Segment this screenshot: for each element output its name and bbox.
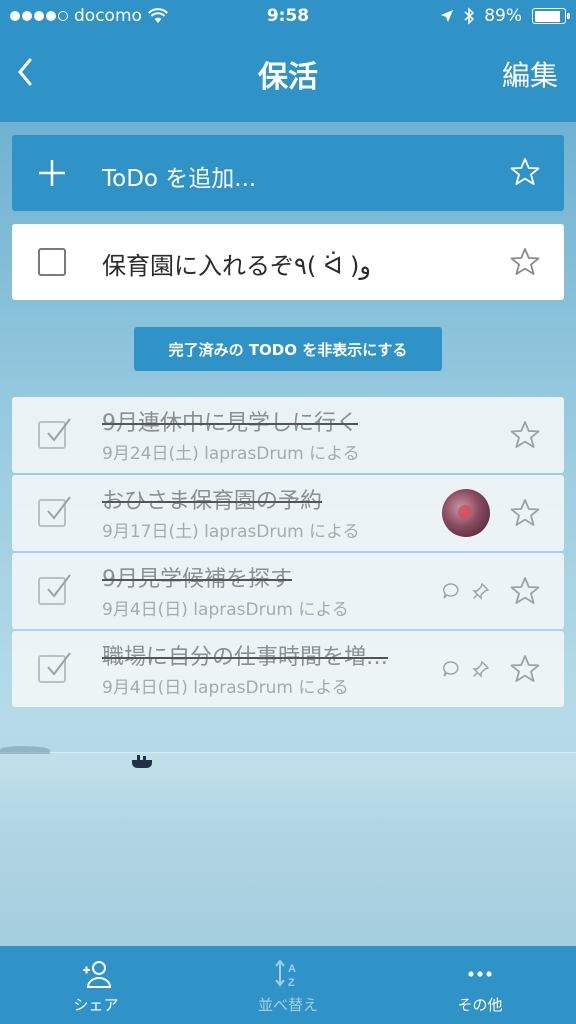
comment-icon: [443, 661, 459, 677]
status-bar: docomo 9:58 89%: [0, 0, 576, 34]
comment-icon: [443, 583, 459, 599]
task-meta: 9月4日(日) laprasDrum による: [102, 678, 349, 698]
background-sea: [0, 752, 576, 947]
svg-text:A: A: [288, 963, 296, 975]
check-icon: [47, 496, 71, 520]
header: docomo 9:58 89% 保活 編集: [0, 0, 576, 122]
completed-task-row[interactable]: 職場に自分の仕事時間を増… 9月4日(日) laprasDrum による: [12, 631, 564, 707]
star-icon[interactable]: [510, 157, 540, 187]
sort-az-icon: A Z: [275, 959, 296, 989]
edit-button[interactable]: 編集: [502, 54, 558, 94]
svg-text:Z: Z: [288, 977, 295, 989]
more-dots-icon: [468, 971, 492, 977]
completed-task-row[interactable]: 9月見学候補を探す 9月4日(日) laprasDrum による: [12, 553, 564, 629]
task-meta: 9月17日(土) laprasDrum による: [102, 522, 360, 542]
location-arrow-icon: [441, 10, 454, 22]
assignee-avatar[interactable]: [442, 489, 490, 537]
task-title: 保育園に入れるぞ٩( ᐛ )و: [102, 252, 371, 280]
background-horizon: [0, 752, 576, 753]
star-icon[interactable]: [510, 654, 540, 684]
star-icon[interactable]: [510, 420, 540, 450]
star-icon[interactable]: [510, 576, 540, 606]
check-icon: [47, 652, 71, 676]
add-todo-input[interactable]: ToDo を追加...: [102, 159, 256, 193]
tab-sort-label: 並べ替え: [257, 996, 318, 1014]
plus-icon: [39, 160, 65, 186]
page-title: 保活: [258, 60, 318, 95]
bluetooth-icon: [464, 7, 475, 25]
task-title: 9月見学候補を探す: [102, 567, 292, 592]
check-icon: [47, 418, 71, 442]
background-boat: [132, 755, 152, 768]
battery-percent: 89%: [484, 6, 522, 26]
background-island: [0, 746, 50, 754]
star-icon[interactable]: [510, 247, 540, 277]
add-todo-row[interactable]: ToDo を追加...: [12, 135, 564, 211]
tab-more-label: その他: [457, 996, 503, 1014]
tab-sort[interactable]: A Z 並べ替え: [192, 946, 384, 1024]
tab-more[interactable]: その他: [384, 946, 576, 1024]
task-row[interactable]: 保育園に入れるぞ٩( ᐛ )و: [12, 224, 564, 300]
tab-share-label: シェア: [73, 996, 119, 1014]
task-checkbox[interactable]: [38, 248, 66, 276]
completed-task-row[interactable]: 9月連休中に見学しに行く 9月24日(土) laprasDrum による: [12, 397, 564, 473]
add-user-icon: [83, 961, 112, 988]
pin-icon: [472, 660, 490, 678]
hide-completed-button[interactable]: 完了済みの TODO を非表示にする: [134, 327, 442, 371]
pin-icon: [472, 582, 490, 600]
task-meta: 9月24日(土) laprasDrum による: [102, 444, 360, 464]
check-icon: [47, 574, 71, 598]
star-icon[interactable]: [510, 498, 540, 528]
task-title: 職場に自分の仕事時間を増…: [102, 645, 389, 670]
completed-task-row[interactable]: おひさま保育園の予約 9月17日(土) laprasDrum による: [12, 475, 564, 551]
task-title: おひさま保育園の予約: [102, 489, 323, 514]
tab-share[interactable]: シェア: [0, 946, 192, 1024]
task-meta: 9月4日(日) laprasDrum による: [102, 600, 349, 620]
battery-icon: [532, 8, 570, 24]
tab-bar: シェア A Z 並べ替え その他: [0, 946, 576, 1024]
task-title: 9月連休中に見学しに行く: [102, 411, 358, 436]
